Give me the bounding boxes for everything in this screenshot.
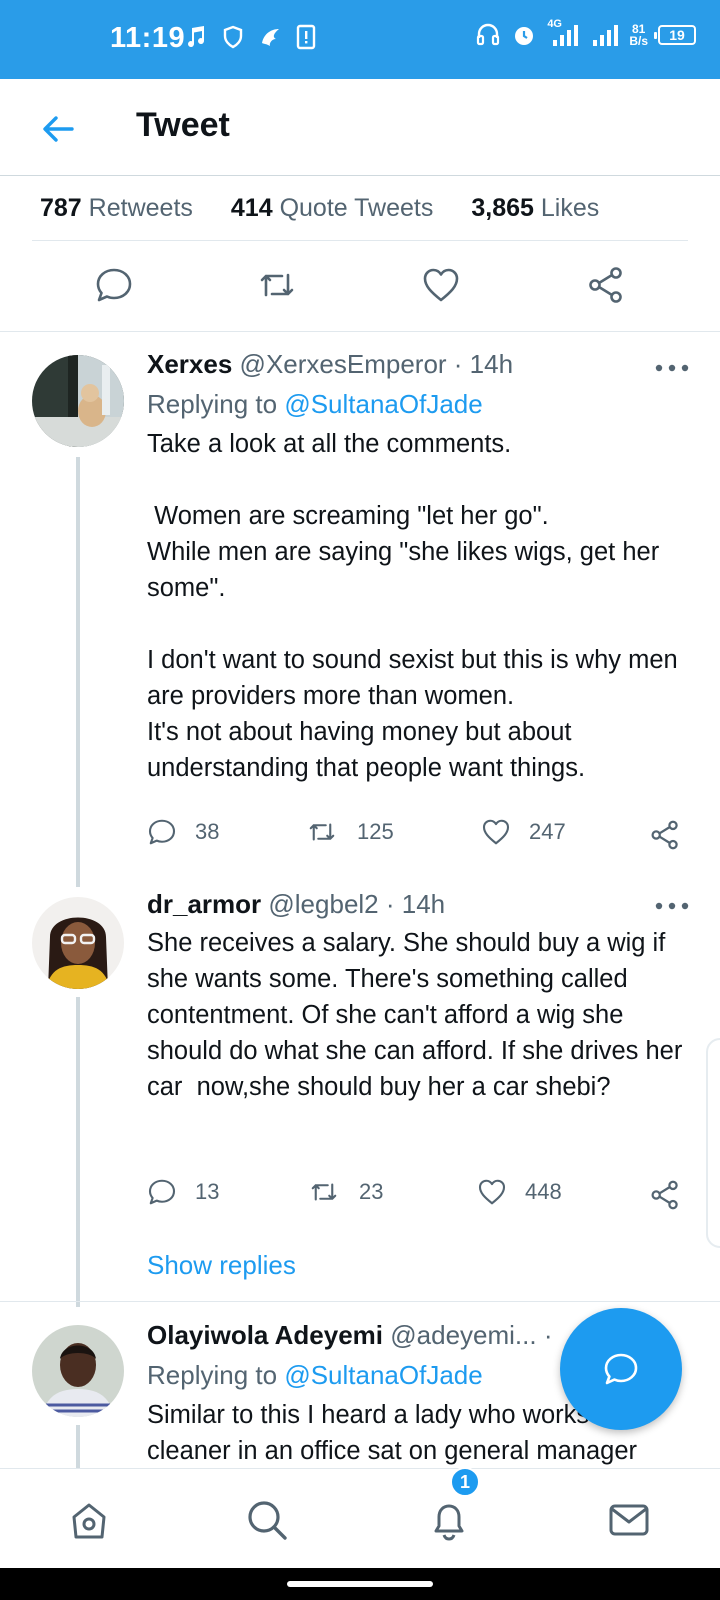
status-time: 11:19 (110, 22, 186, 54)
signal-icon: 4G (547, 18, 581, 48)
tweet-header: Xerxes @XerxesEmperor · 14h (147, 349, 513, 380)
tweet-text: She receives a salary. She should buy a … (147, 929, 690, 1101)
share-icon[interactable] (649, 819, 681, 851)
like-count: 247 (529, 819, 566, 844)
tweet-header: dr_armor @legbel2 · 14h (147, 889, 445, 920)
replying-to-handle[interactable]: @SultanaOfJade (284, 1360, 482, 1390)
app-icon (262, 29, 279, 46)
retweets-stat[interactable]: 787 Retweets (40, 194, 193, 223)
retweets-label: Retweets (88, 193, 193, 222)
network-speed-unit: B/s (629, 34, 648, 48)
quote-tweets-label: Quote Tweets (279, 193, 434, 222)
share-icon[interactable] (649, 1179, 681, 1211)
replying-to-label: Replying to (147, 389, 278, 419)
like-icon (482, 819, 510, 845)
likes-count: 3,865 (471, 193, 534, 222)
tweet-text: Take a look at all the comments. Women a… (147, 430, 678, 782)
replying-to: Replying to @SultanaOfJade (147, 389, 483, 420)
home-gesture-handle[interactable] (287, 1581, 433, 1587)
retweets-count: 787 (40, 193, 82, 222)
reply-icon (148, 1179, 176, 1205)
messages-icon[interactable] (606, 1497, 652, 1543)
status-icons-left (186, 24, 316, 50)
more-options-icon[interactable] (654, 363, 690, 373)
tweet-metrics: 38 125 247 (147, 817, 687, 857)
home-icon[interactable] (66, 1497, 112, 1543)
like-icon[interactable] (421, 265, 461, 305)
like-count-button[interactable]: 247 (481, 817, 566, 847)
status-bar: 11:19 4G 81 B/s 19 (0, 0, 720, 79)
reply-count-button[interactable]: 13 (147, 1177, 219, 1207)
notification-badge: 1 (450, 1467, 480, 1497)
like-icon (478, 1179, 506, 1205)
tweet-stats: 787 Retweets 414 Quote Tweets 3,865 Like… (40, 176, 637, 240)
search-icon[interactable] (244, 1497, 290, 1543)
shield-icon (223, 25, 243, 49)
reply-tweet[interactable]: dr_armor @legbel2 · 14h She receives a s… (0, 889, 720, 1307)
status-icons-right: 4G 81 B/s 19 (475, 18, 696, 48)
like-count-button[interactable]: 448 (477, 1177, 562, 1207)
reply-icon (604, 1353, 638, 1385)
thread-line (76, 1425, 80, 1468)
top-bar: Tweet (0, 79, 720, 176)
reply-count-button[interactable]: 38 (147, 817, 219, 847)
avatar[interactable] (32, 897, 124, 989)
retweet-count-button[interactable]: 125 (305, 817, 394, 847)
phone-alert-icon (296, 24, 316, 50)
quote-tweets-count: 414 (230, 193, 273, 222)
tweet-metrics: 13 23 448 (147, 1177, 687, 1217)
thread-dots (76, 1220, 80, 1253)
author-name[interactable]: dr_armor (147, 889, 261, 919)
system-navigation-bar (0, 1568, 720, 1600)
author-meta: @adeyemi... (390, 1320, 537, 1350)
author-meta-separator: · (543, 1320, 553, 1350)
notifications-icon[interactable] (426, 1497, 472, 1543)
reply-icon[interactable] (94, 265, 134, 305)
tweet-header: Olayiwola Adeyemi @adeyemi... · (147, 1320, 553, 1351)
network-speed: 81 B/s (629, 23, 648, 47)
replying-to-label: Replying to (147, 1360, 278, 1390)
avatar[interactable] (32, 355, 124, 447)
share-icon[interactable] (586, 265, 626, 305)
music-note-icon (188, 26, 205, 48)
retweet-icon (309, 823, 335, 841)
battery-indicator: 19 (654, 25, 696, 45)
like-count: 448 (525, 1179, 562, 1204)
author-meta: @XerxesEmperor · 14h (239, 349, 514, 379)
likes-label: Likes (540, 193, 600, 222)
likes-stat[interactable]: 3,865 Likes (471, 194, 599, 223)
retweet-icon[interactable] (257, 265, 297, 305)
page-title: Tweet (136, 106, 230, 144)
thread-line (76, 997, 80, 1307)
replying-to: Replying to @SultanaOfJade (147, 1360, 483, 1391)
reply-tweet[interactable]: Xerxes @XerxesEmperor · 14h Replying to … (0, 331, 720, 891)
show-replies-link[interactable]: Show replies (147, 1250, 296, 1281)
retweet-count-button[interactable]: 23 (307, 1177, 383, 1207)
avatar[interactable] (32, 1325, 124, 1417)
tweet-action-bar (0, 241, 720, 331)
compose-reply-button[interactable] (560, 1308, 682, 1430)
author-name[interactable]: Xerxes (147, 349, 232, 379)
retweet-count: 23 (359, 1179, 384, 1204)
author-name[interactable]: Olayiwola Adeyemi (147, 1320, 383, 1350)
thread-line (76, 457, 80, 887)
reply-count: 38 (195, 819, 220, 844)
quote-tweets-stat[interactable]: 414 Quote Tweets (231, 194, 433, 223)
retweet-icon (311, 1183, 337, 1201)
alarm-icon (515, 27, 534, 45)
bottom-navigation: 1 (0, 1467, 720, 1568)
author-meta: @legbel2 · 14h (268, 889, 446, 919)
replying-to-handle[interactable]: @SultanaOfJade (284, 389, 482, 419)
headset-icon (477, 23, 500, 46)
reply-count: 13 (195, 1179, 220, 1204)
signal-icon (593, 25, 619, 46)
more-options-icon[interactable] (654, 901, 690, 911)
edge-panel-handle[interactable] (706, 1038, 720, 1248)
retweet-count: 125 (357, 819, 394, 844)
arrow-left-icon[interactable] (38, 109, 78, 149)
reply-icon (148, 819, 176, 845)
